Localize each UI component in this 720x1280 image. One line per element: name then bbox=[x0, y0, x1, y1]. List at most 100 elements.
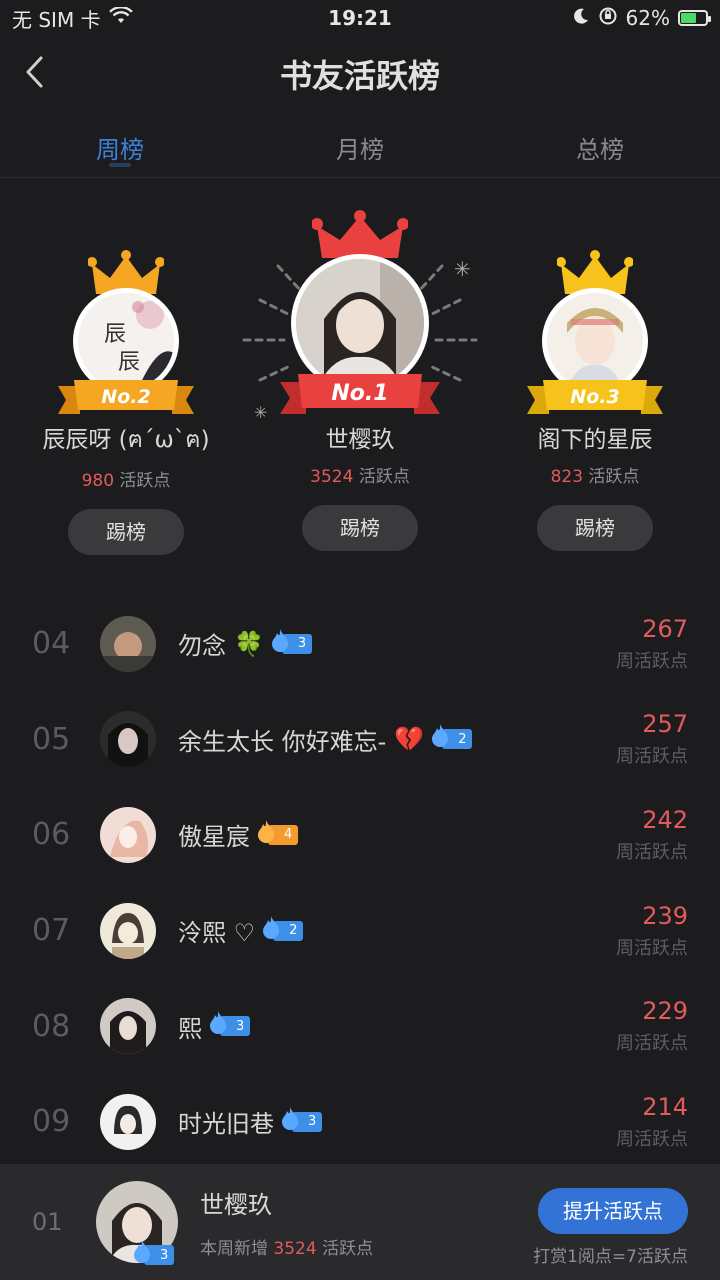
avatar-calligraphy-1: 辰 bbox=[104, 322, 126, 347]
rank-number: 06 bbox=[32, 817, 71, 853]
level-badge: 3 bbox=[271, 628, 313, 654]
flame-icon bbox=[432, 724, 449, 748]
reward-hint: 打赏1阅点=7活跃点 bbox=[533, 1247, 688, 1267]
avatar[interactable] bbox=[100, 1093, 156, 1150]
rank-ribbon: No.1 bbox=[280, 374, 440, 414]
sparkle-icon: ✳ bbox=[454, 257, 471, 281]
level-badge: 2 bbox=[263, 915, 304, 941]
flame-icon bbox=[210, 1011, 226, 1035]
list-item[interactable]: 05 余生太长 你好难忘- 💔 2 257 周活跃点 bbox=[0, 692, 720, 788]
flame-icon bbox=[271, 628, 288, 652]
rank-ribbon: No.3 bbox=[527, 380, 663, 414]
summary-suffix: 活跃点 bbox=[322, 1239, 374, 1259]
rank-number: 05 bbox=[32, 721, 71, 757]
nav-bar: 书友活跃榜 bbox=[0, 36, 720, 112]
user-name: 傲星宸 bbox=[178, 823, 250, 852]
weekly-points-label: 周活跃点 bbox=[616, 746, 688, 768]
carrier-label: 无 SIM 卡 bbox=[12, 7, 101, 32]
rank-ribbon: No.2 bbox=[58, 380, 194, 414]
list-item[interactable]: 07 泠熙 ♡ 2 239 周活跃点 bbox=[0, 883, 720, 979]
sparkle-icon: ✳ bbox=[254, 403, 267, 420]
user-name: 泠熙 ♡ bbox=[178, 919, 256, 948]
weekly-points: 242 bbox=[642, 805, 688, 834]
my-ranking-bar: 01 3 世樱玖 本周新增 3524 活跃点 提升活跃点 打赏1阅点=7活跃点 bbox=[0, 1164, 720, 1280]
rank-number: 09 bbox=[32, 1104, 71, 1140]
my-rank-number: 01 bbox=[32, 1208, 63, 1236]
avatar[interactable] bbox=[100, 902, 156, 959]
avatar-calligraphy-2: 辰 bbox=[118, 350, 140, 375]
ranking-tabs: 周榜 月榜 总榜 bbox=[0, 112, 720, 178]
list-item[interactable]: 08 熙 3 229 周活跃点 bbox=[0, 978, 720, 1074]
avatar[interactable] bbox=[100, 711, 156, 768]
my-name: 世樱玖 bbox=[200, 1191, 272, 1219]
rank-number: 08 bbox=[32, 1008, 71, 1044]
ranking-list: 04 勿念 🍀 3 267 周活跃点 05 余生太长 你好难忘- 💔 2 257… bbox=[0, 596, 720, 1170]
points-value: 823 bbox=[550, 467, 584, 487]
user-name: 时光旧巷 bbox=[178, 1110, 274, 1139]
tab-weekly[interactable]: 周榜 bbox=[0, 112, 240, 177]
activity-points: 823 活跃点 bbox=[505, 462, 685, 487]
my-weekly-summary: 本周新增 3524 活跃点 bbox=[200, 1234, 373, 1259]
weekly-points-label: 周活跃点 bbox=[616, 841, 688, 863]
my-points: 3524 bbox=[273, 1239, 317, 1259]
broken-heart-icon: 💔 bbox=[394, 725, 425, 754]
tab-total[interactable]: 总榜 bbox=[480, 112, 720, 177]
wifi-icon bbox=[108, 6, 133, 30]
weekly-points-label: 周活跃点 bbox=[616, 1033, 688, 1055]
weekly-points: 214 bbox=[642, 1092, 688, 1121]
rank-number: 07 bbox=[32, 913, 71, 949]
weekly-points-label: 周活跃点 bbox=[616, 1128, 688, 1150]
points-unit: 活跃点 bbox=[588, 467, 640, 487]
weekly-points: 257 bbox=[642, 710, 688, 739]
battery-icon bbox=[678, 10, 711, 26]
list-item[interactable]: 09 时光旧巷 3 214 周活跃点 bbox=[0, 1074, 720, 1170]
rank-badge-text: No.1 bbox=[331, 381, 388, 406]
status-bar: 无 SIM 卡 19:21 62% bbox=[0, 0, 720, 36]
kick-button[interactable]: 踢榜 bbox=[68, 509, 184, 555]
tab-monthly[interactable]: 月榜 bbox=[240, 112, 480, 177]
podium-third: No.3 阁下的星辰 823 活跃点 踢榜 bbox=[505, 250, 685, 551]
points-value: 3524 bbox=[310, 467, 354, 487]
top-three-podium: 辰 辰 No.2 辰辰呀 (ฅ´ω`ฅ) 980 活跃点 踢榜 ✳ ✳ No.1… bbox=[0, 200, 720, 560]
user-name[interactable]: 辰辰呀 (ฅ´ω`ฅ) bbox=[36, 420, 216, 458]
user-name: 余生太长 你好难忘- bbox=[178, 727, 387, 756]
points-unit: 活跃点 bbox=[119, 471, 171, 491]
list-item[interactable]: 04 勿念 🍀 3 267 周活跃点 bbox=[0, 596, 720, 692]
kick-button[interactable]: 踢榜 bbox=[537, 505, 653, 551]
flame-icon bbox=[258, 819, 274, 843]
user-name: 熙 bbox=[178, 1014, 202, 1043]
user-name[interactable]: 阁下的星辰 bbox=[505, 420, 685, 454]
page-title: 书友活跃榜 bbox=[279, 57, 440, 95]
flame-icon bbox=[282, 1106, 298, 1130]
user-name[interactable]: 世樱玖 bbox=[240, 420, 480, 454]
weekly-points: 239 bbox=[642, 901, 688, 930]
moon-icon bbox=[572, 6, 590, 30]
level-badge: 2 bbox=[432, 724, 473, 750]
user-name: 勿念 bbox=[178, 632, 226, 661]
rank-badge-text: No.3 bbox=[570, 386, 619, 408]
avatar[interactable] bbox=[100, 998, 156, 1055]
flame-icon bbox=[134, 1240, 150, 1263]
podium-second: 辰 辰 No.2 辰辰呀 (ฅ´ω`ฅ) 980 活跃点 踢榜 bbox=[36, 250, 216, 555]
weekly-points-label: 周活跃点 bbox=[616, 650, 688, 672]
weekly-points-label: 周活跃点 bbox=[616, 937, 688, 959]
level-badge: 3 bbox=[210, 1011, 251, 1037]
list-item[interactable]: 06 傲星宸 4 242 周活跃点 bbox=[0, 787, 720, 883]
weekly-points: 267 bbox=[642, 614, 688, 643]
boost-activity-button[interactable]: 提升活跃点 bbox=[538, 1188, 688, 1234]
avatar[interactable] bbox=[100, 806, 156, 863]
activity-points: 3524 活跃点 bbox=[240, 462, 480, 487]
points-value: 980 bbox=[81, 471, 115, 491]
points-unit: 活跃点 bbox=[358, 467, 410, 487]
chevron-left-icon bbox=[26, 56, 43, 88]
avatar[interactable] bbox=[100, 615, 156, 672]
flame-icon bbox=[263, 915, 280, 939]
clover-icon: 🍀 bbox=[234, 629, 264, 658]
rank-badge-text: No.2 bbox=[101, 386, 150, 408]
level-badge: 4 bbox=[258, 819, 299, 845]
back-button[interactable] bbox=[14, 52, 54, 92]
podium-first: ✳ ✳ No.1 世樱玖 3524 活跃点 踢榜 bbox=[240, 210, 480, 551]
kick-button[interactable]: 踢榜 bbox=[302, 505, 418, 551]
level-badge: 3 bbox=[282, 1106, 323, 1132]
level-badge: 3 bbox=[134, 1240, 175, 1265]
